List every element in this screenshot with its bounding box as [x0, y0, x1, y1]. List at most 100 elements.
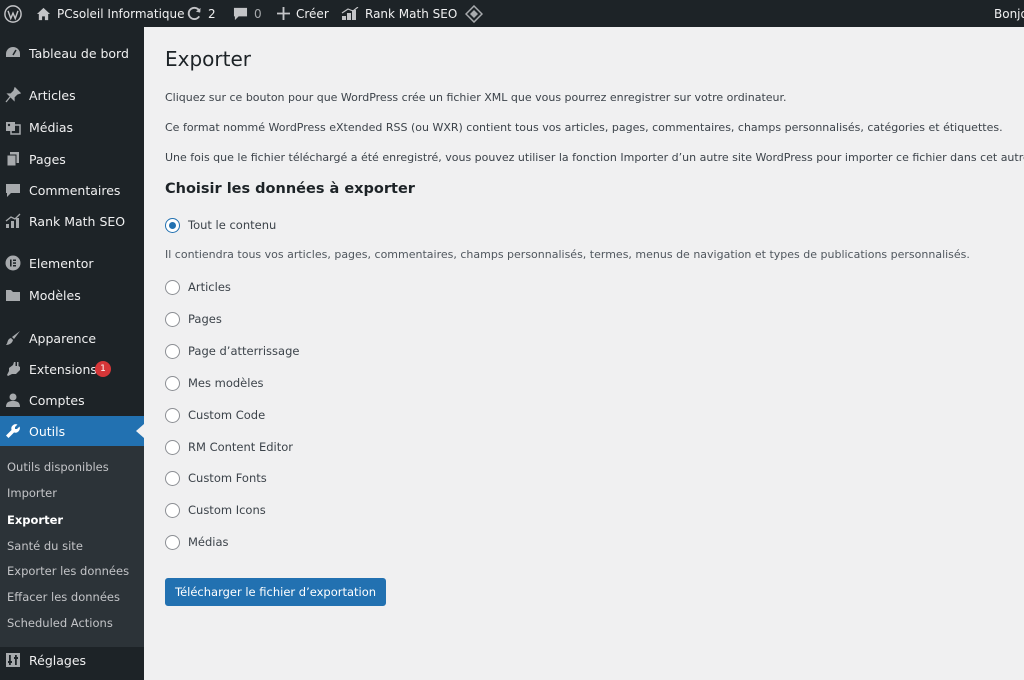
- radio-button[interactable]: [165, 279, 180, 295]
- sidebar-item-articles[interactable]: Articles: [0, 80, 144, 110]
- sidebar-item-label: Commentaires: [29, 182, 121, 198]
- updates-count: 2: [208, 6, 216, 21]
- elementor-icon: [5, 255, 21, 271]
- radio-option-pages[interactable]: Pages: [165, 309, 222, 329]
- site-name-link[interactable]: PCsoleil Informatique: [36, 0, 185, 27]
- dashboard-icon: [6, 47, 20, 57]
- radio-button[interactable]: [165, 502, 180, 518]
- admin-bar: PCsoleil Informatique 2 0 Créer Rank Mat…: [0, 0, 1024, 27]
- radio-button-checked[interactable]: [165, 217, 180, 233]
- submenu-item-exporter-les-donnees[interactable]: Exporter les données: [7, 564, 129, 578]
- sidebar-item-extensions[interactable]: Extensions 1: [0, 354, 144, 384]
- sidebar-item-elementor[interactable]: Elementor: [0, 248, 144, 278]
- new-content-label: Créer: [296, 6, 329, 21]
- site-name: PCsoleil Informatique: [57, 6, 185, 21]
- account-greeting[interactable]: Bonjo: [994, 0, 1024, 27]
- download-export-button[interactable]: Télécharger le fichier d’exportation: [165, 578, 387, 606]
- rankmath-icon: [5, 213, 21, 228]
- sidebar-item-modeles[interactable]: Modèles: [0, 280, 144, 310]
- submenu-item-sante-du-site[interactable]: Santé du site: [7, 539, 83, 553]
- outils-submenu: Outils disponibles Importer Exporter San…: [0, 446, 144, 647]
- sidebar-item-label: Tableau de bord: [29, 45, 129, 61]
- radio-label: Mes modèles: [188, 376, 264, 390]
- sidebar-item-label: Outils: [29, 423, 66, 439]
- comments-count: 0: [254, 6, 262, 21]
- sidebar-item-rankmath[interactable]: Rank Math SEO: [0, 206, 144, 236]
- radio-option-tout-le-contenu[interactable]: Tout le contenu: [165, 215, 276, 235]
- plugin-icon: [7, 362, 20, 376]
- sidebar-item-label: Modèles: [29, 287, 81, 303]
- sidebar-item-label: Elementor: [29, 255, 94, 271]
- radio-option-mes-modeles[interactable]: Mes modèles: [165, 373, 264, 393]
- updates-icon: [187, 6, 201, 21]
- radio-label: Articles: [188, 280, 231, 294]
- radio-label: Custom Icons: [188, 503, 266, 517]
- plus-icon: [277, 7, 290, 20]
- sidebar-item-medias[interactable]: Médias: [0, 112, 144, 142]
- sidebar-item-label: Rank Math SEO: [29, 213, 126, 229]
- updates-link[interactable]: 2: [187, 0, 216, 27]
- new-content-link[interactable]: Créer: [277, 0, 329, 27]
- all-content-description: Il contiendra tous vos articles, pages, …: [165, 248, 970, 261]
- sidebar-item-reglages[interactable]: Réglages: [0, 645, 144, 675]
- update-count-badge: 1: [95, 361, 111, 377]
- wordpress-logo-icon[interactable]: [4, 0, 22, 27]
- comment-icon: [6, 184, 20, 197]
- radio-button[interactable]: [165, 534, 180, 550]
- comment-bubble-icon: [233, 7, 248, 20]
- media-icon: [6, 122, 21, 135]
- user-icon: [6, 393, 20, 407]
- radio-option-articles[interactable]: Articles: [165, 277, 231, 297]
- submenu-item-importer[interactable]: Importer: [7, 486, 57, 500]
- diamond-menu-icon[interactable]: [465, 0, 483, 27]
- wrench-icon: [6, 424, 20, 438]
- sidebar-item-pages[interactable]: Pages: [0, 144, 144, 174]
- greeting-label: Bonjo: [994, 6, 1024, 21]
- radio-button[interactable]: [165, 375, 180, 391]
- sidebar-item-comptes[interactable]: Comptes: [0, 385, 144, 415]
- radio-option-custom-icons[interactable]: Custom Icons: [165, 500, 266, 520]
- radio-option-custom-fonts[interactable]: Custom Fonts: [165, 468, 267, 488]
- pin-icon: [5, 87, 21, 103]
- submenu-item-scheduled-actions[interactable]: Scheduled Actions: [7, 616, 113, 630]
- sidebar-item-commentaires[interactable]: Commentaires: [0, 175, 144, 205]
- home-icon: [36, 7, 51, 20]
- admin-sidebar: Tableau de bord Articles Médias Pages Co…: [0, 27, 144, 680]
- submenu-item-outils-disponibles[interactable]: Outils disponibles: [7, 460, 109, 474]
- brush-icon: [6, 331, 20, 345]
- radio-label: Page d’atterrissage: [188, 344, 300, 358]
- radio-option-medias[interactable]: Médias: [165, 532, 229, 552]
- radio-label: Pages: [188, 312, 222, 326]
- pages-icon: [6, 152, 19, 167]
- radio-label: Custom Fonts: [188, 471, 267, 485]
- radio-button[interactable]: [165, 470, 180, 486]
- submenu-item-effacer-les-donnees[interactable]: Effacer les données: [7, 590, 120, 604]
- comments-link[interactable]: 0: [233, 0, 262, 27]
- rankmath-label: Rank Math SEO: [365, 6, 458, 21]
- radio-button[interactable]: [165, 343, 180, 359]
- sidebar-item-outils[interactable]: Outils: [0, 416, 144, 446]
- format-paragraph: Ce format nommé WordPress eXtended RSS (…: [165, 121, 1003, 134]
- sidebar-item-label: Réglages: [29, 652, 87, 668]
- radio-label: Custom Code: [188, 408, 266, 422]
- radio-button[interactable]: [165, 439, 180, 455]
- sidebar-item-label: Médias: [29, 119, 74, 135]
- folder-icon: [6, 290, 20, 301]
- sidebar-item-dashboard[interactable]: Tableau de bord: [0, 38, 144, 68]
- radio-label: Tout le contenu: [188, 218, 277, 232]
- submenu-item-exporter[interactable]: Exporter: [7, 513, 63, 527]
- import-paragraph: Une fois que le fichier téléchargé a été…: [165, 151, 1024, 164]
- radio-label: Médias: [188, 535, 229, 549]
- radio-button[interactable]: [165, 311, 180, 327]
- radio-option-rm-content-editor[interactable]: RM Content Editor: [165, 437, 293, 457]
- radio-option-custom-code[interactable]: Custom Code: [165, 405, 265, 425]
- sidebar-item-label: Extensions: [29, 361, 97, 377]
- page-title: Exporter: [165, 47, 251, 71]
- main-content: Exporter Cliquez sur ce bouton pour que …: [144, 27, 1024, 680]
- sidebar-item-label: Comptes: [29, 392, 85, 408]
- rankmath-link[interactable]: Rank Math SEO: [341, 0, 457, 27]
- radio-option-page-atterrissage[interactable]: Page d’atterrissage: [165, 341, 299, 361]
- radio-button[interactable]: [165, 407, 180, 423]
- sidebar-item-label: Articles: [29, 87, 76, 103]
- sidebar-item-apparence[interactable]: Apparence: [0, 323, 144, 353]
